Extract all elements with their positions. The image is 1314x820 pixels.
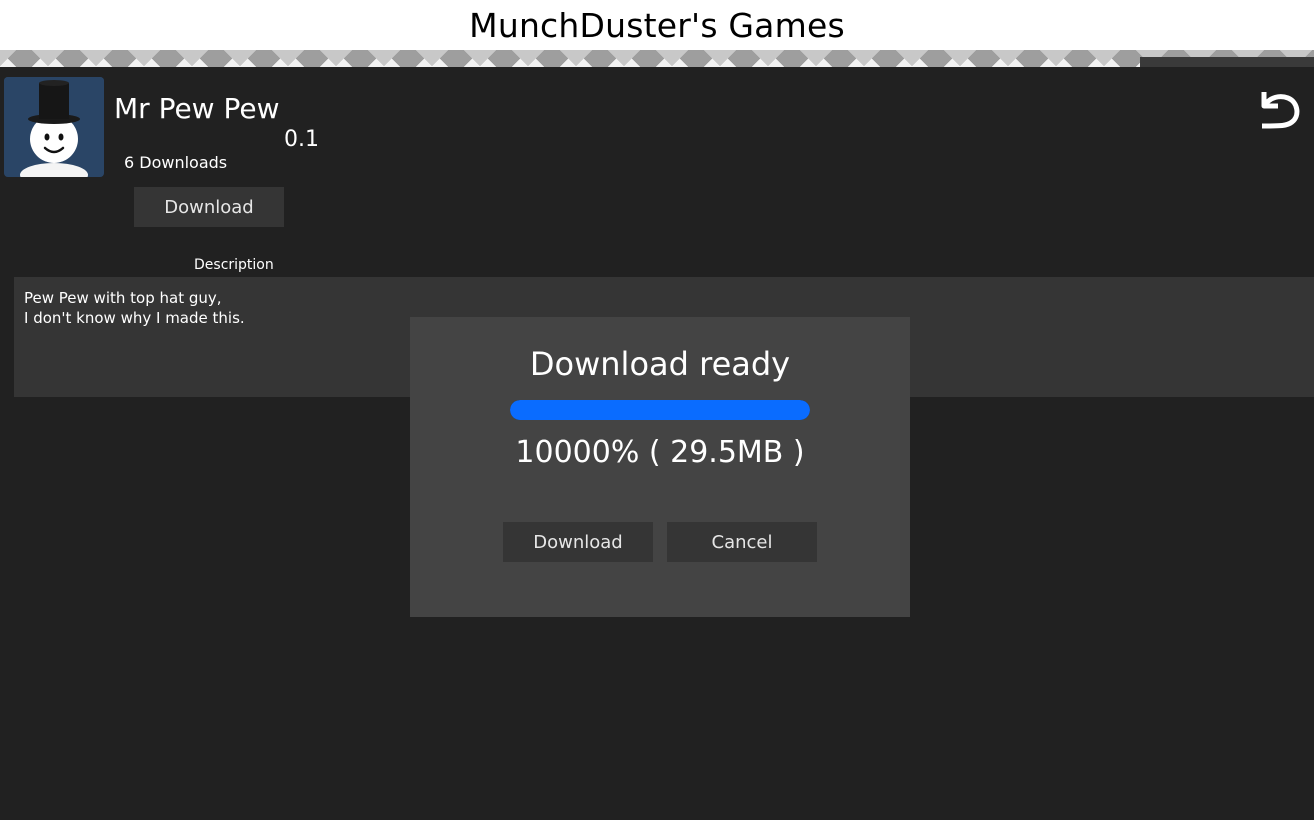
game-thumbnail <box>4 77 104 177</box>
download-dialog: Download ready 10000% ( 29.5MB ) Downloa… <box>410 317 910 617</box>
progress-text: 10000% ( 29.5MB ) <box>515 435 805 470</box>
decorative-pattern-strip <box>0 50 1314 67</box>
download-button[interactable]: Download <box>134 187 284 227</box>
progress-bar-fill <box>510 400 810 420</box>
corner-tab <box>1140 57 1314 67</box>
dialog-download-button[interactable]: Download <box>503 522 653 562</box>
progress-bar <box>510 400 810 420</box>
dialog-title: Download ready <box>529 345 791 383</box>
undo-arrow-icon <box>1261 92 1300 129</box>
download-count: 6 Downloads <box>124 153 228 172</box>
description-label: Description <box>194 257 274 273</box>
description-line: Pew Pew with top hat guy, <box>24 289 222 307</box>
dialog-cancel-button[interactable]: Cancel <box>667 522 817 562</box>
site-header: MunchDuster's Games <box>0 0 1314 50</box>
site-title: MunchDuster's Games <box>469 5 845 45</box>
game-title: Mr Pew Pew <box>114 92 280 125</box>
game-version: 0.1 <box>284 127 319 152</box>
back-button[interactable] <box>1256 86 1302 130</box>
